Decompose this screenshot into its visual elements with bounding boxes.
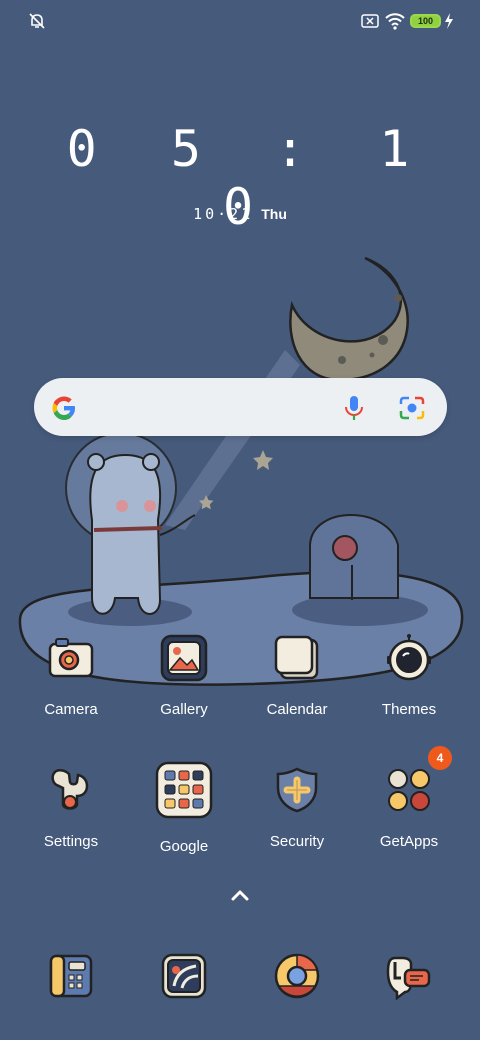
getapps-icon bbox=[388, 769, 430, 811]
app-label: Camera bbox=[44, 701, 98, 718]
app-label: GetApps bbox=[379, 833, 439, 850]
app-folder-google[interactable]: Google bbox=[134, 761, 234, 855]
app-gallery[interactable]: Gallery bbox=[134, 634, 234, 718]
battery-indicator: 100 bbox=[410, 14, 441, 28]
google-folder-icon bbox=[155, 761, 213, 819]
app-getapps[interactable]: GetApps bbox=[359, 766, 459, 850]
browser-icon bbox=[161, 953, 207, 999]
messages-icon bbox=[386, 956, 431, 1001]
themes-astronaut-icon bbox=[387, 634, 431, 681]
app-security[interactable]: Security bbox=[247, 766, 347, 850]
app-label: Security bbox=[269, 833, 325, 850]
calendar-icon bbox=[274, 635, 319, 680]
weekday-text: Thu bbox=[261, 206, 287, 222]
camera-icon bbox=[48, 638, 94, 678]
wifi-icon bbox=[385, 13, 405, 30]
phone-icon bbox=[49, 954, 93, 998]
dock-phone[interactable] bbox=[21, 952, 121, 1005]
status-bar: 100 bbox=[0, 0, 480, 44]
app-label: Google bbox=[159, 838, 209, 855]
dock-browser[interactable] bbox=[134, 952, 234, 1005]
app-label: Themes bbox=[381, 701, 437, 718]
google-lens-icon[interactable] bbox=[398, 395, 426, 421]
dock-messages[interactable] bbox=[359, 952, 459, 1005]
clock-date[interactable]: 10·21 Thu bbox=[0, 205, 480, 223]
security-shield-icon bbox=[276, 767, 318, 813]
chevron-up-icon[interactable] bbox=[228, 886, 252, 904]
google-search-bar[interactable] bbox=[34, 378, 447, 436]
app-calendar[interactable]: Calendar bbox=[247, 634, 347, 718]
notification-badge: 4 bbox=[428, 746, 452, 770]
charging-bolt-icon bbox=[445, 13, 453, 29]
app-label: Gallery bbox=[160, 701, 208, 718]
no-sim-icon bbox=[361, 14, 379, 28]
notifications-off-icon bbox=[29, 13, 45, 29]
gallery-icon bbox=[160, 634, 208, 682]
date-text: 10·21 bbox=[193, 205, 254, 223]
google-g-icon bbox=[52, 396, 75, 420]
dock-chrome[interactable] bbox=[247, 952, 347, 1005]
app-camera[interactable]: Camera bbox=[21, 634, 121, 718]
app-settings[interactable]: Settings bbox=[21, 766, 121, 850]
app-themes[interactable]: Themes bbox=[359, 634, 459, 718]
settings-wrench-icon bbox=[51, 769, 89, 810]
app-label: Settings bbox=[43, 833, 99, 850]
voice-search-icon[interactable] bbox=[342, 394, 366, 422]
chrome-icon bbox=[274, 953, 320, 999]
app-label: Calendar bbox=[266, 701, 328, 718]
